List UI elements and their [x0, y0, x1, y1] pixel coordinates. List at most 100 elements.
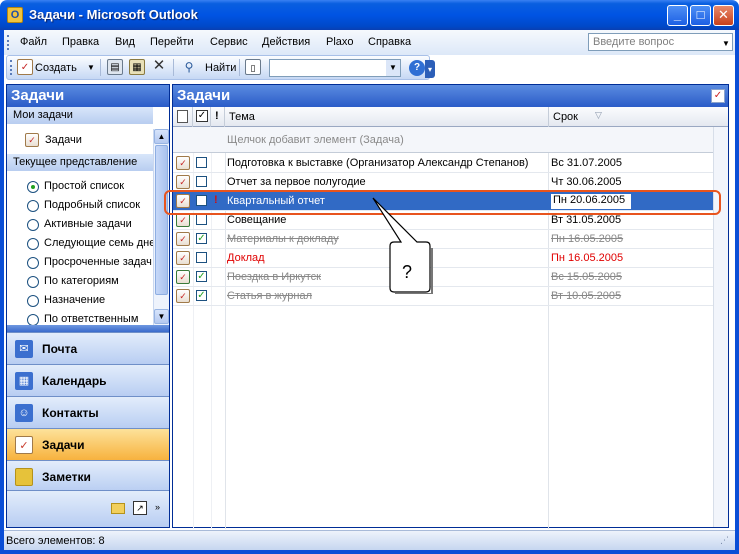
create-button[interactable]: Создать: [35, 62, 77, 74]
scroll-thumb[interactable]: [155, 145, 168, 295]
find-icon[interactable]: ⚲: [181, 59, 197, 75]
task-list-title: Задачи: [173, 85, 728, 107]
task-list-scrollbar[interactable]: [713, 127, 728, 527]
task-list-pane: Задачи ✓ ✓ ! Тема Срок ▽ Щелчок добавит …: [172, 84, 729, 529]
view-option-simple-list[interactable]: Простой список: [7, 177, 153, 196]
toolbar-grip-icon[interactable]: [10, 60, 12, 75]
complete-column-header-icon[interactable]: ✓: [196, 110, 208, 122]
move-to-folder-icon[interactable]: ▦: [129, 59, 145, 75]
view-option-next-seven-days[interactable]: Следующие семь дне: [7, 234, 153, 253]
menu-file[interactable]: Файл: [20, 36, 47, 48]
toolbar-options-chevron-icon[interactable]: ▾: [425, 60, 435, 78]
complete-checkbox[interactable]: [196, 252, 207, 263]
subject-column-header[interactable]: Тема: [229, 111, 255, 123]
icon-column-header-icon[interactable]: [177, 110, 188, 123]
navigation-pane: Задачи Мои задачи ✓ Задачи Текущее предс…: [6, 84, 170, 528]
view-option-label: Подробный список: [44, 199, 141, 211]
help-question-input[interactable]: Введите вопрос: [588, 33, 733, 51]
priority-column-header-icon[interactable]: !: [215, 110, 219, 122]
help-icon[interactable]: ?: [409, 60, 425, 76]
contacts-icon: ☺: [15, 404, 33, 422]
new-task-prompt[interactable]: Щелчок добавит элемент (Задача): [227, 134, 404, 146]
task-row[interactable]: ✓ Подготовка к выставке (Организатор Але…: [173, 154, 713, 173]
column-separator[interactable]: [224, 107, 225, 127]
task-subject: Поездка в Иркутск: [227, 271, 321, 283]
nav-pane-scrollbar[interactable]: ▲ ▼: [153, 129, 169, 325]
complete-checkbox[interactable]: [196, 214, 207, 225]
view-option-by-category[interactable]: По категориям: [7, 272, 153, 291]
my-tasks-section-header[interactable]: Мои задачи: [7, 107, 153, 124]
outlook-app-icon[interactable]: O: [7, 7, 23, 23]
complete-checkbox[interactable]: ✓: [196, 271, 207, 282]
find-button[interactable]: Найти: [205, 62, 236, 74]
status-bar: Всего элементов: 8 ⋰: [4, 530, 735, 550]
view-option-by-person[interactable]: По ответственным: [7, 310, 153, 325]
configure-buttons-chevron-icon[interactable]: »: [155, 502, 160, 512]
nav-button-calendar[interactable]: ▦ Календарь: [7, 364, 169, 396]
sort-descending-icon: ▽: [595, 110, 602, 120]
column-separator[interactable]: [210, 107, 211, 127]
view-option-overdue-tasks[interactable]: Просроченные задач: [7, 253, 153, 272]
view-option-active-tasks[interactable]: Активные задачи: [7, 215, 153, 234]
radio-button[interactable]: [27, 276, 39, 288]
combo-dropdown-icon[interactable]: ▼: [386, 60, 400, 76]
column-separator[interactable]: [192, 107, 193, 127]
shortcuts-icon[interactable]: ↗: [133, 501, 147, 515]
new-task-row[interactable]: Щелчок добавит элемент (Задача): [173, 127, 713, 153]
nav-button-notes[interactable]: Заметки: [7, 460, 169, 492]
complete-checkbox[interactable]: ✓: [196, 290, 207, 301]
complete-checkbox[interactable]: [196, 176, 207, 187]
minimize-button[interactable]: _: [667, 5, 688, 26]
resize-grip-icon[interactable]: ⋰: [720, 535, 729, 546]
radio-button[interactable]: [27, 181, 39, 193]
scroll-up-icon[interactable]: ▲: [154, 129, 169, 144]
delete-icon[interactable]: ✕: [151, 58, 167, 74]
radio-button[interactable]: [27, 238, 39, 250]
nav-button-tasks[interactable]: ✓ Задачи: [7, 428, 169, 460]
radio-button[interactable]: [27, 295, 39, 307]
scroll-down-icon[interactable]: ▼: [154, 309, 169, 324]
menu-tools[interactable]: Сервис: [210, 36, 248, 48]
help-dropdown-arrow-icon[interactable]: ▼: [722, 39, 730, 48]
task-grid-header: ✓ ! Тема Срок ▽: [173, 107, 728, 127]
task-due-date: Вс 31.07.2005: [551, 157, 622, 169]
complete-checkbox[interactable]: [196, 157, 207, 168]
radio-button[interactable]: [27, 219, 39, 231]
new-task-icon[interactable]: ✓: [17, 59, 33, 75]
task-subject: Доклад: [227, 252, 265, 264]
nav-button-contacts[interactable]: ☺ Контакты: [7, 396, 169, 428]
nav-shortcut-bar: ↗ »: [7, 490, 169, 527]
due-date-column-header[interactable]: Срок: [553, 111, 578, 123]
menu-go[interactable]: Перейти: [150, 36, 194, 48]
radio-button[interactable]: [27, 200, 39, 212]
menu-help[interactable]: Справка: [368, 36, 411, 48]
menu-plaxo[interactable]: Plaxo: [326, 36, 354, 48]
task-request-icon: ✓: [176, 213, 190, 227]
create-dropdown-icon[interactable]: ▼: [87, 63, 95, 72]
folder-list-icon[interactable]: [111, 503, 125, 514]
radio-button[interactable]: [27, 257, 39, 269]
toolbar-separator: [239, 59, 240, 76]
window-title: Задачи - Microsoft Outlook: [29, 7, 198, 22]
menubar-grip-icon[interactable]: [7, 35, 9, 50]
view-option-detailed-list[interactable]: Подробный список: [7, 196, 153, 215]
address-book-icon[interactable]: ▯: [245, 59, 261, 75]
complete-checkbox[interactable]: ✓: [196, 233, 207, 244]
notes-icon: [15, 468, 33, 486]
callout-question-mark: ?: [402, 262, 413, 282]
nav-pane-splitter[interactable]: [7, 325, 169, 332]
radio-button[interactable]: [27, 314, 39, 325]
current-view-section-header[interactable]: Текущее представление: [7, 154, 153, 171]
menu-edit[interactable]: Правка: [62, 36, 99, 48]
nav-button-mail[interactable]: ✉ Почта: [7, 332, 169, 364]
maximize-button[interactable]: □: [690, 5, 711, 26]
search-address-combo[interactable]: ▼: [269, 59, 401, 77]
task-folder-icon: ✓: [25, 133, 39, 147]
menu-actions[interactable]: Действия: [262, 36, 310, 48]
print-icon[interactable]: ▤: [107, 59, 123, 75]
my-tasks-folder-item[interactable]: ✓ Задачи: [7, 129, 153, 151]
column-separator[interactable]: [548, 107, 549, 127]
close-button[interactable]: ✕: [713, 5, 734, 26]
view-option-assignment[interactable]: Назначение: [7, 291, 153, 310]
menu-view[interactable]: Вид: [115, 36, 135, 48]
